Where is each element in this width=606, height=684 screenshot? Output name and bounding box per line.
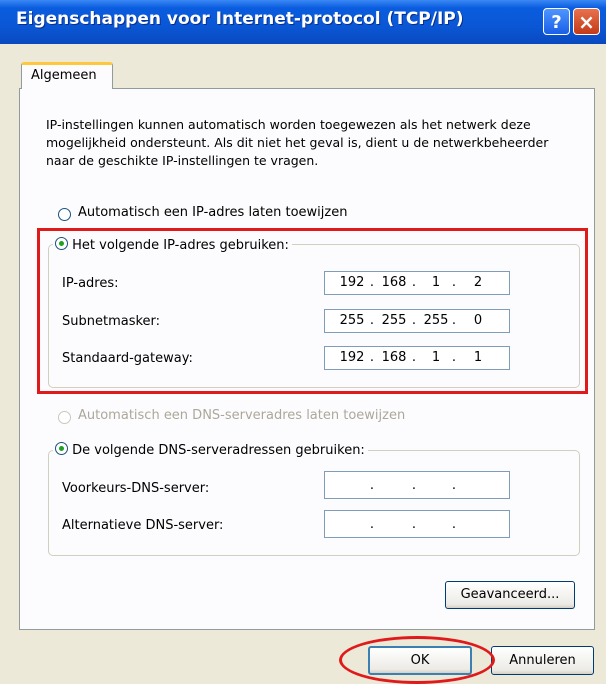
dialog-window: Eigenschappen voor Internet-protocol (TC… xyxy=(0,0,606,684)
octet-dot: . xyxy=(369,478,375,493)
octet-dot: . xyxy=(411,517,417,532)
help-icon[interactable]: ? xyxy=(543,8,570,35)
octet-dot: . xyxy=(451,517,457,532)
dns-group-legend[interactable]: De volgende DNS-serveradressen gebruiken… xyxy=(53,442,368,458)
dns-group xyxy=(48,450,580,556)
description-text: IP-instellingen kunnen automatisch worde… xyxy=(46,117,549,168)
alternate-dns-label: Alternatieve DNS-server: xyxy=(62,518,224,533)
radio-auto-ip-label[interactable]: Automatisch een IP-adres laten toewijzen xyxy=(78,205,347,220)
alternate-dns-field[interactable]: . . . xyxy=(324,510,510,538)
radio-manual-dns-label[interactable]: De volgende DNS-serveradressen gebruiken… xyxy=(72,443,365,458)
tab-label: Algemeen xyxy=(31,68,97,83)
preferred-dns-field[interactable]: . . . xyxy=(324,471,510,499)
advanced-button[interactable]: Geavanceerd... xyxy=(445,581,575,609)
preferred-dns-label: Voorkeurs-DNS-server: xyxy=(62,481,210,496)
octet-dot: . xyxy=(369,517,375,532)
octet-dot: . xyxy=(451,478,457,493)
octet-dot: . xyxy=(411,478,417,493)
radio-auto-dns-label[interactable]: Automatisch een DNS-serveradres laten to… xyxy=(78,408,405,423)
title-bar[interactable]: Eigenschappen voor Internet-protocol (TC… xyxy=(0,0,606,44)
radio-auto-dns[interactable] xyxy=(58,411,71,424)
radio-manual-dns[interactable] xyxy=(55,442,68,455)
highlight-rectangle xyxy=(37,228,588,394)
radio-auto-ip[interactable] xyxy=(58,208,71,221)
cancel-button[interactable]: Annuleren xyxy=(491,646,594,675)
close-icon[interactable]: × xyxy=(573,8,600,35)
window-title: Eigenschappen voor Internet-protocol (TC… xyxy=(16,9,464,29)
tab-algemeen[interactable]: Algemeen xyxy=(21,62,113,89)
highlight-ellipse xyxy=(339,636,495,684)
